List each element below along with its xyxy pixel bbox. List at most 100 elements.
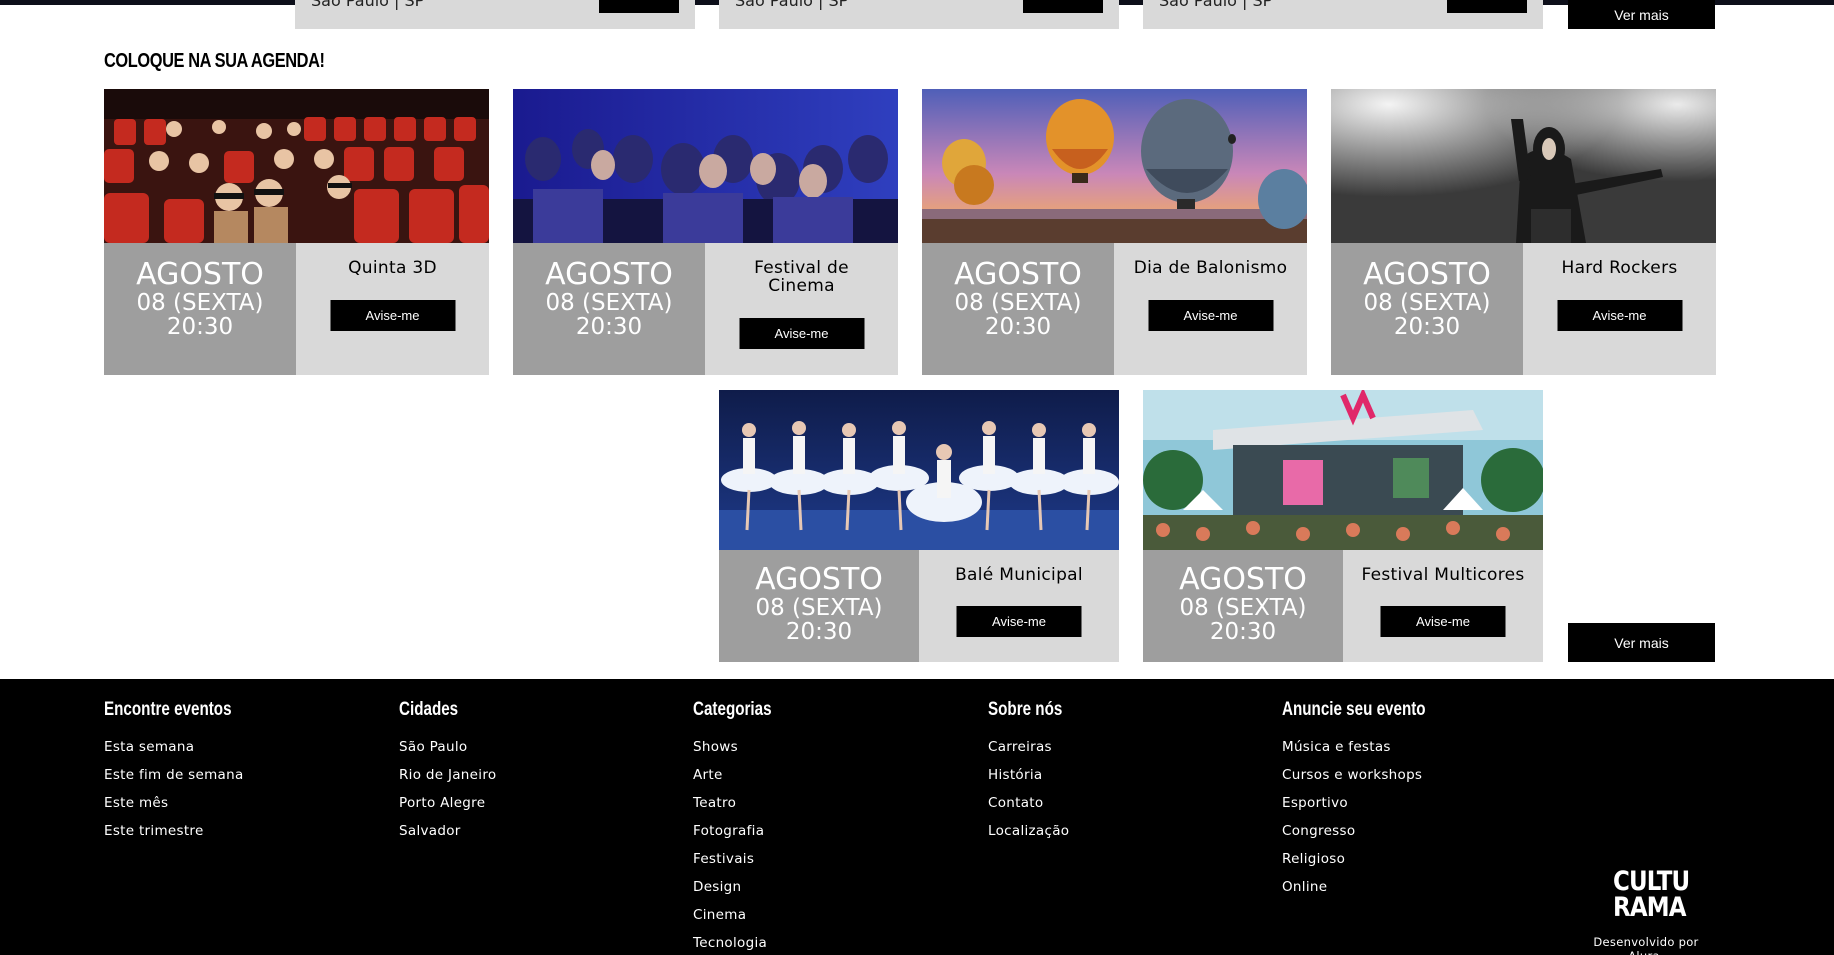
event-date: AGOSTO 08 (SEXTA) 20:30: [104, 243, 296, 375]
see-more-button-top[interactable]: Ver mais: [1568, 0, 1715, 29]
footer-link[interactable]: Fotografia: [693, 817, 791, 845]
footer-link[interactable]: História: [988, 761, 1081, 789]
event-day: 08 (SEXTA): [136, 290, 264, 316]
event-month: AGOSTO: [136, 257, 264, 292]
event-month: AGOSTO: [954, 257, 1082, 292]
event-card-partial: São Paulo | SP: [719, 0, 1119, 29]
event-title: Dia de Balonismo: [1133, 258, 1288, 278]
event-time: 20:30: [1209, 619, 1277, 645]
event-info: Quinta 3D Avise-me: [296, 243, 489, 375]
event-month: AGOSTO: [1179, 562, 1307, 597]
notify-button[interactable]: Avise-me: [956, 606, 1082, 637]
event-button-partial[interactable]: [1023, 0, 1103, 13]
event-title: Balé Municipal: [955, 565, 1083, 585]
event-day: 08 (SEXTA): [1179, 595, 1307, 621]
footer-link[interactable]: Festivais: [693, 845, 791, 873]
event-title: Festival de Cinema: [754, 258, 849, 296]
footer-column-cities: Cidades São Paulo Rio de Janeiro Porto A…: [399, 699, 496, 845]
event-card-partial: São Paulo | SP: [1143, 0, 1543, 29]
footer-column-advertise: Anuncie seu evento Música e festas Curso…: [1282, 699, 1462, 901]
event-date: AGOSTO 08 (SEXTA) 20:30: [513, 243, 705, 375]
event-date: AGOSTO 08 (SEXTA) 20:30: [1143, 550, 1343, 662]
event-time: 20:30: [984, 314, 1052, 340]
footer-link[interactable]: Cinema: [693, 901, 791, 929]
footer-link[interactable]: Salvador: [399, 817, 496, 845]
culturama-logo[interactable]: CULTU RAMA: [1613, 868, 1690, 923]
event-card: AGOSTO 08 (SEXTA) 20:30 Hard Rockers Avi…: [1331, 89, 1716, 375]
footer-link[interactable]: Teatro: [693, 789, 791, 817]
event-location: São Paulo | SP: [311, 0, 425, 10]
event-day: 08 (SEXTA): [1363, 290, 1491, 316]
footer-link[interactable]: Congresso: [1282, 817, 1462, 845]
event-card: AGOSTO 08 (SEXTA) 20:30 Balé Municipal A…: [719, 390, 1119, 662]
footer-link[interactable]: Design: [693, 873, 791, 901]
footer-link[interactable]: Arte: [693, 761, 791, 789]
event-info: Festival Multicores Avise-me: [1343, 550, 1543, 662]
footer-link[interactable]: Tecnologia: [693, 929, 791, 955]
event-day: 08 (SEXTA): [545, 290, 673, 316]
footer-link[interactable]: Localização: [988, 817, 1081, 845]
event-time: 20:30: [1393, 314, 1461, 340]
event-month: AGOSTO: [755, 562, 883, 597]
site-footer: Encontre eventos Esta semana Este fim de…: [0, 679, 1834, 955]
footer-link[interactable]: Contato: [988, 789, 1081, 817]
event-day: 08 (SEXTA): [954, 290, 1082, 316]
footer-column-title: Categorias: [693, 699, 772, 720]
footer-link[interactable]: Online: [1282, 873, 1462, 901]
event-image-film-festival: [513, 89, 898, 243]
event-info: Dia de Balonismo Avise-me: [1114, 243, 1307, 375]
footer-link[interactable]: Esportivo: [1282, 789, 1462, 817]
event-time: 20:30: [785, 619, 853, 645]
event-date: AGOSTO 08 (SEXTA) 20:30: [719, 550, 919, 662]
event-date: AGOSTO 08 (SEXTA) 20:30: [1331, 243, 1523, 375]
footer-link[interactable]: Música e festas: [1282, 733, 1462, 761]
event-card-partial: São Paulo | SP: [295, 0, 695, 29]
event-image-cinema-3d: [104, 89, 489, 243]
footer-link[interactable]: Este mês: [104, 789, 263, 817]
event-image-rock-show: [1331, 89, 1716, 243]
footer-column-title: Cidades: [399, 699, 459, 720]
footer-link[interactable]: Religioso: [1282, 845, 1462, 873]
event-time: 20:30: [166, 314, 234, 340]
event-location: São Paulo | SP: [1159, 0, 1273, 10]
event-card: AGOSTO 08 (SEXTA) 20:30 Quinta 3D Avise-…: [104, 89, 489, 375]
footer-link[interactable]: Esta semana: [104, 733, 263, 761]
agenda-title: COLOQUE NA SUA AGENDA!: [104, 50, 325, 72]
event-info: Festival de Cinema Avise-me: [705, 243, 898, 375]
footer-link[interactable]: Cursos e workshops: [1282, 761, 1462, 789]
event-title: Hard Rockers: [1561, 258, 1678, 278]
event-day: 08 (SEXTA): [755, 595, 883, 621]
footer-link[interactable]: São Paulo: [399, 733, 496, 761]
event-month: AGOSTO: [545, 257, 673, 292]
event-info: Balé Municipal Avise-me: [919, 550, 1119, 662]
notify-button[interactable]: Avise-me: [330, 300, 455, 331]
footer-column-title: Sobre nós: [988, 699, 1063, 720]
footer-column-find-events: Encontre eventos Esta semana Este fim de…: [104, 699, 263, 845]
event-date: AGOSTO 08 (SEXTA) 20:30: [922, 243, 1114, 375]
event-button-partial[interactable]: [1447, 0, 1527, 13]
event-card: AGOSTO 08 (SEXTA) 20:30 Festival Multico…: [1143, 390, 1543, 662]
footer-link[interactable]: Carreiras: [988, 733, 1081, 761]
see-more-button[interactable]: Ver mais: [1568, 623, 1715, 662]
event-location: São Paulo | SP: [735, 0, 849, 10]
notify-button[interactable]: Avise-me: [1557, 300, 1682, 331]
developer-credit: Desenvolvido por Alura.: [1593, 935, 1699, 955]
footer-column-title: Anuncie seu evento: [1282, 699, 1426, 720]
footer-link[interactable]: Este fim de semana: [104, 761, 263, 789]
footer-link[interactable]: Rio de Janeiro: [399, 761, 496, 789]
footer-column-categories: Categorias Shows Arte Teatro Fotografia …: [693, 699, 791, 955]
notify-button[interactable]: Avise-me: [1148, 300, 1273, 331]
footer-link[interactable]: Porto Alegre: [399, 789, 496, 817]
footer-column-title: Encontre eventos: [104, 699, 232, 720]
footer-link[interactable]: Shows: [693, 733, 791, 761]
logo-line: RAMA: [1613, 892, 1686, 923]
event-image-ballet: [719, 390, 1119, 550]
event-card: AGOSTO 08 (SEXTA) 20:30 Festival de Cine…: [513, 89, 898, 375]
event-time: 20:30: [575, 314, 643, 340]
footer-link[interactable]: Este trimestre: [104, 817, 263, 845]
event-button-partial[interactable]: [599, 0, 679, 13]
event-card: AGOSTO 08 (SEXTA) 20:30 Dia de Balonismo…: [922, 89, 1307, 375]
notify-button[interactable]: Avise-me: [739, 318, 864, 349]
notify-button[interactable]: Avise-me: [1380, 606, 1506, 637]
event-title: Festival Multicores: [1361, 565, 1525, 585]
